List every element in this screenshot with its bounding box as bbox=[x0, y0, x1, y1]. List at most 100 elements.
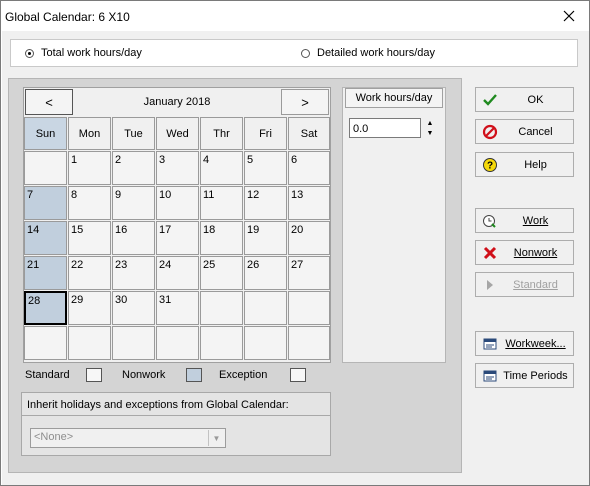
calendar-empty-cell bbox=[112, 326, 155, 360]
time-periods-label: Time Periods bbox=[503, 370, 568, 382]
window-title: Global Calendar: 6 X10 bbox=[5, 10, 130, 24]
close-icon bbox=[563, 10, 575, 22]
ok-button[interactable]: OK bbox=[475, 87, 574, 112]
workweek-button[interactable]: Workweek... bbox=[475, 331, 574, 356]
calendar-empty-cell bbox=[24, 151, 67, 185]
calendar-day-cell[interactable]: 2 bbox=[112, 151, 155, 185]
inherit-label: Inherit holidays and exceptions from Glo… bbox=[27, 399, 289, 411]
chevron-down-icon: ▼ bbox=[208, 430, 224, 446]
legend-nonwork-swatch bbox=[186, 368, 202, 382]
spin-up-icon[interactable]: ▲ bbox=[423, 118, 437, 128]
calendar-day-cell[interactable]: 12 bbox=[244, 186, 287, 220]
total-hours-radio[interactable]: Total work hours/day bbox=[25, 47, 142, 59]
calendar-empty-cell bbox=[200, 326, 243, 360]
work-hours-input[interactable] bbox=[349, 118, 421, 138]
calendar-dialog: Global Calendar: 6 X10 Total work hours/… bbox=[0, 0, 590, 486]
weekday-header: Mon bbox=[68, 117, 111, 150]
calendar-day-cell[interactable]: 22 bbox=[68, 256, 111, 290]
calendar-day-cell[interactable]: 26 bbox=[244, 256, 287, 290]
inherit-calendar-select[interactable]: <None> ▼ bbox=[30, 428, 226, 448]
month-label: January 2018 bbox=[143, 96, 211, 108]
red-x-icon bbox=[482, 245, 498, 261]
calendar-empty-cell bbox=[68, 326, 111, 360]
prev-month-button[interactable]: < bbox=[25, 89, 73, 115]
month-calendar: < January 2018 > Sun Mon Tue Wed Thr Fri Sat 1 2… bbox=[23, 87, 331, 363]
calendar-day-cell[interactable]: 19 bbox=[244, 221, 287, 255]
calendar-empty-cell bbox=[244, 326, 287, 360]
calendar-day-cell[interactable]: 13 bbox=[288, 186, 330, 220]
weekday-header: Sat bbox=[288, 117, 330, 150]
legend-standard-label: Standard bbox=[25, 369, 70, 381]
calendar-day-cell[interactable]: 14 bbox=[24, 221, 67, 255]
legend-nonwork-label: Nonwork bbox=[122, 369, 166, 381]
calendar-empty-cell bbox=[288, 326, 330, 360]
calendar-nav: < January 2018 > bbox=[24, 88, 330, 117]
calendar-day-cell[interactable]: 16 bbox=[112, 221, 155, 255]
calendar-empty-cell bbox=[288, 291, 330, 325]
inherit-select-value: <None> bbox=[34, 431, 74, 443]
help-icon: ? bbox=[482, 157, 498, 173]
calendar-day-cell[interactable]: 8 bbox=[68, 186, 111, 220]
weekday-header: Tue bbox=[112, 117, 155, 150]
ok-label: OK bbox=[527, 94, 544, 106]
weekday-header: Fri bbox=[244, 117, 287, 150]
calendar-day-cell[interactable]: 9 bbox=[112, 186, 155, 220]
help-label: Help bbox=[524, 159, 547, 171]
calendar-day-cell[interactable]: 28 bbox=[24, 291, 67, 325]
dialog-body: Total work hours/day Detailed work hours… bbox=[2, 31, 589, 485]
calendar-day-cell[interactable]: 24 bbox=[156, 256, 199, 290]
calendar-day-cell[interactable]: 3 bbox=[156, 151, 199, 185]
calendar-day-cell[interactable]: 7 bbox=[24, 186, 67, 220]
calendar-day-cell[interactable]: 31 bbox=[156, 291, 199, 325]
cancel-button[interactable]: Cancel bbox=[475, 119, 574, 144]
calendar-day-cell[interactable]: 20 bbox=[288, 221, 330, 255]
cancel-label: Cancel bbox=[518, 126, 553, 138]
inherit-group: Inherit holidays and exceptions from Glo… bbox=[21, 392, 331, 456]
weekday-header: Wed bbox=[156, 117, 199, 150]
spin-down-icon[interactable]: ▼ bbox=[423, 128, 437, 138]
nonwork-label: Nonwork bbox=[513, 247, 558, 259]
radio-unselected-icon bbox=[301, 48, 310, 58]
calendar-day-cell[interactable]: 11 bbox=[200, 186, 243, 220]
play-icon bbox=[482, 277, 498, 293]
calendar-day-cell[interactable]: 23 bbox=[112, 256, 155, 290]
work-hours-spinner[interactable]: ▲ ▼ bbox=[423, 118, 437, 138]
time-periods-button[interactable]: Time Periods bbox=[475, 363, 574, 388]
calendar-day-cell[interactable]: 27 bbox=[288, 256, 330, 290]
calendar-day-cell[interactable]: 17 bbox=[156, 221, 199, 255]
calendar-day-cell[interactable]: 6 bbox=[288, 151, 330, 185]
nonwork-button[interactable]: Nonwork bbox=[475, 240, 574, 265]
workweek-label: Workweek... bbox=[505, 338, 566, 350]
calendar-empty-cell bbox=[156, 326, 199, 360]
calendar-day-cell[interactable]: 18 bbox=[200, 221, 243, 255]
calendar-day-cell[interactable]: 30 bbox=[112, 291, 155, 325]
calendar-day-cell[interactable]: 1 bbox=[68, 151, 111, 185]
calendar-day-cell[interactable]: 5 bbox=[244, 151, 287, 185]
checkmark-icon bbox=[482, 92, 498, 108]
legend-exception-swatch bbox=[290, 368, 306, 382]
next-month-button[interactable]: > bbox=[281, 89, 329, 115]
weekday-header: Sun bbox=[24, 117, 67, 150]
weekday-header: Thr bbox=[200, 117, 243, 150]
work-hours-panel: Work hours/day ▲ ▼ bbox=[342, 87, 446, 363]
calendar-day-cell[interactable]: 25 bbox=[200, 256, 243, 290]
calendar-empty-cell bbox=[24, 326, 67, 360]
work-button[interactable]: Work bbox=[475, 208, 574, 233]
calendar-day-cell[interactable]: 10 bbox=[156, 186, 199, 220]
standard-button[interactable]: Standard bbox=[475, 272, 574, 297]
calendar-day-cell[interactable]: 21 bbox=[24, 256, 67, 290]
calendar-day-cell[interactable]: 29 bbox=[68, 291, 111, 325]
work-label: Work bbox=[522, 215, 549, 227]
calendar-day-cell[interactable]: 15 bbox=[68, 221, 111, 255]
calendar-icon bbox=[482, 368, 498, 384]
cancel-icon bbox=[482, 124, 498, 140]
detailed-hours-radio[interactable]: Detailed work hours/day bbox=[301, 47, 435, 59]
calendar-day-cell[interactable]: 4 bbox=[200, 151, 243, 185]
work-hours-title: Work hours/day bbox=[345, 88, 443, 108]
detailed-hours-label: Detailed work hours/day bbox=[317, 47, 436, 59]
close-button[interactable] bbox=[559, 6, 579, 26]
clock-icon bbox=[482, 213, 498, 229]
svg-text:?: ? bbox=[487, 161, 493, 172]
calendar-panel: < January 2018 > Sun Mon Tue Wed Thr Fri Sat 1 2… bbox=[8, 78, 462, 473]
help-button[interactable]: ? Help bbox=[475, 152, 574, 177]
